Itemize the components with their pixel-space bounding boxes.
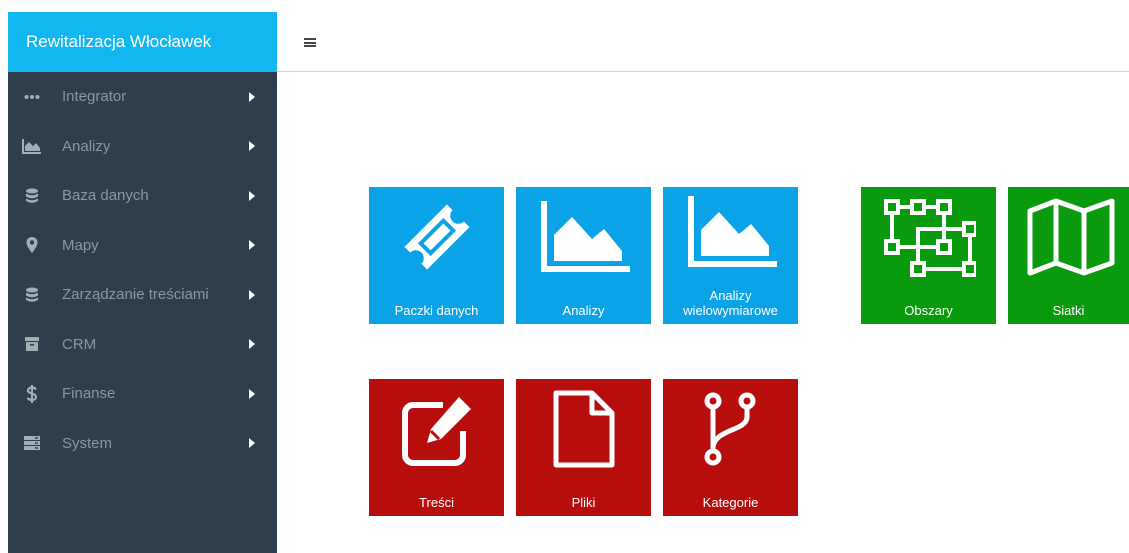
tile-label: Pliki (571, 495, 596, 510)
tile-analizy-wielowymiarowe[interactable]: Analizy wielowymiarowe (663, 187, 798, 324)
sidebar-item-label: Baza danych (62, 187, 149, 205)
sidebar-menu: Integrator Analizy Baza danych Mapy Zarz… (8, 72, 277, 468)
dollar-icon (20, 384, 44, 404)
sidebar-item-finanse[interactable]: Finanse (8, 369, 277, 419)
tile-pliki[interactable]: Pliki (516, 379, 651, 516)
sidebar-item-system[interactable]: System (8, 419, 277, 469)
sidebar: Rewitalizacja Włocławek Integrator Anali… (8, 12, 277, 553)
sidebar-item-crm[interactable]: CRM (8, 320, 277, 370)
sidebar-item-label: System (62, 434, 113, 452)
sidebar-item-mapy[interactable]: Mapy (8, 221, 277, 271)
ticket-icon (369, 197, 504, 277)
sidebar-item-integrator[interactable]: Integrator (8, 72, 277, 122)
sidebar-item-label: Zarządzanie treściami (62, 286, 209, 304)
tile-tresci[interactable]: Treści (369, 379, 504, 516)
sidebar-item-label: Analizy (62, 137, 111, 155)
area-chart-icon (663, 193, 798, 271)
tile-label: Analizy (562, 303, 605, 318)
tile-siatki[interactable]: Siatki (1008, 187, 1129, 324)
area-chart-icon (20, 136, 44, 156)
sidebar-item-zarzadzanie-tresciami[interactable]: Zarządzanie treściami (8, 270, 277, 320)
sidebar-item-label: CRM (62, 335, 97, 353)
edit-icon (369, 389, 504, 469)
tile-kategorie[interactable]: Kategorie (663, 379, 798, 516)
tile-paczki-danych[interactable]: Paczki danych (369, 187, 504, 324)
file-icon (516, 389, 651, 469)
caret-right-icon (249, 141, 255, 152)
area-chart-icon (516, 197, 651, 277)
sidebar-item-baza-danych[interactable]: Baza danych (8, 171, 277, 221)
caret-right-icon (249, 438, 255, 449)
top-bar (277, 12, 1129, 72)
tile-label: Analizy wielowymiarowe (683, 288, 778, 318)
caret-right-icon (249, 388, 255, 399)
database-icon (20, 186, 44, 206)
sidebar-item-label: Mapy (62, 236, 99, 254)
server-icon (20, 433, 44, 453)
tile-label: Obszary (904, 303, 953, 318)
sidebar-item-label: Integrator (62, 88, 127, 106)
dots-icon (20, 87, 44, 107)
map-marker-icon (20, 235, 44, 255)
archive-icon (20, 334, 44, 354)
caret-right-icon (249, 289, 255, 300)
caret-right-icon (249, 240, 255, 251)
map-icon (1008, 197, 1129, 277)
object-group-icon (861, 197, 996, 277)
hamburger-menu-icon[interactable] (304, 38, 316, 47)
tile-obszary[interactable]: Obszary (861, 187, 996, 324)
tile-analizy[interactable]: Analizy (516, 187, 651, 324)
sidebar-item-label: Finanse (62, 385, 116, 403)
tile-label: Treści (419, 495, 454, 510)
caret-right-icon (249, 190, 255, 201)
code-fork-icon (663, 389, 798, 469)
caret-right-icon (249, 339, 255, 350)
tile-label: Siatki (1052, 303, 1085, 318)
caret-right-icon (249, 91, 255, 102)
tile-label: Kategorie (702, 495, 759, 510)
database-icon (20, 285, 44, 305)
sidebar-item-analizy[interactable]: Analizy (8, 122, 277, 172)
app-title[interactable]: Rewitalizacja Włocławek (8, 12, 277, 72)
tile-label: Paczki danych (394, 303, 479, 318)
